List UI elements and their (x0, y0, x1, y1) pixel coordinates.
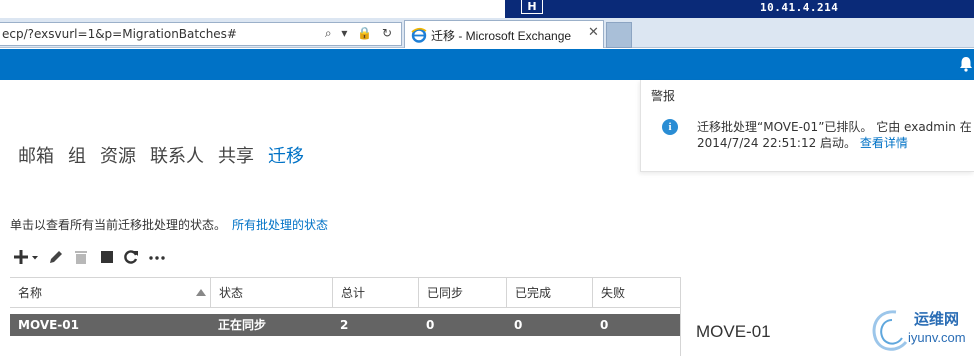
ie-icon (411, 27, 427, 43)
browser-chrome: ecp/?exsvurl=1&p=MigrationBatches# ⌕ ▾ 🔒… (0, 18, 974, 48)
new-tab-button[interactable] (606, 22, 632, 48)
address-bar[interactable]: ecp/?exsvurl=1&p=MigrationBatches# ⌕ ▾ 🔒… (0, 22, 402, 46)
nav-item-shared[interactable]: 共享 (218, 142, 254, 168)
tab-title: 迁移 - Microsoft Exchange (431, 29, 572, 43)
stop-button[interactable] (98, 247, 116, 267)
address-bar-tools[interactable]: ⌕ ▾ 🔒 ↻ (325, 26, 395, 41)
remote-session-bar: H 10.41.4.214 (0, 0, 974, 18)
cell-synced: 0 (426, 318, 435, 332)
add-button[interactable] (12, 247, 42, 267)
app-header (0, 49, 974, 80)
edit-button[interactable] (47, 247, 65, 267)
sort-ascending-icon (196, 289, 206, 296)
remote-connection-bar (505, 0, 974, 18)
details-pane-title: MOVE-01 (696, 322, 771, 341)
column-header-status[interactable]: 状态 (210, 278, 332, 308)
close-icon[interactable]: ✕ (588, 25, 599, 40)
more-icon (149, 256, 165, 260)
cell-failed: 0 (600, 318, 609, 332)
nav-item-groups[interactable]: 组 (68, 142, 86, 168)
watermark-logo: 运维网 iyunv.com (866, 304, 974, 356)
address-url[interactable]: ecp/?exsvurl=1&p=MigrationBatches# (2, 27, 237, 41)
table-header: 名称 状态 总计 已同步 已完成 失败 (10, 277, 680, 308)
add-icon (14, 250, 38, 264)
cell-name: MOVE-01 (18, 318, 79, 332)
primary-nav: 邮箱 组 资源 联系人 共享 迁移 (18, 142, 304, 168)
table-row[interactable]: MOVE-01 正在同步 2 0 0 0 (10, 314, 680, 336)
alert-panel: 警报 i 迁移批处理“MOVE-01”已排队。 它由 exadmin 在 201… (640, 80, 974, 172)
migration-batches-table: 名称 状态 总计 已同步 已完成 失败 MOVE-01 正在同步 2 0 0 0 (10, 277, 680, 336)
watermark-swirl-icon (872, 310, 908, 351)
tab-exchange-migration[interactable]: 迁移 - Microsoft Exchange ✕ (404, 20, 604, 48)
alert-message-text: 迁移批处理“MOVE-01”已排队。 它由 exadmin 在 2014/7/2… (697, 120, 972, 150)
column-header-synced[interactable]: 已同步 (418, 278, 506, 308)
delete-icon (75, 251, 87, 264)
column-header-finalized[interactable]: 已完成 (506, 278, 592, 308)
column-header-total[interactable]: 总计 (332, 278, 418, 308)
more-button[interactable] (148, 247, 166, 267)
column-header-name[interactable]: 名称 (10, 278, 210, 308)
refresh-button[interactable] (122, 247, 140, 267)
refresh-icon (124, 250, 138, 264)
migration-description: 单击以查看所有当前迁移批处理的状态。 所有批处理的状态 (10, 216, 328, 233)
nav-item-resources[interactable]: 资源 (100, 142, 136, 168)
remote-host-ip: 10.41.4.214 (760, 1, 839, 14)
bell-icon[interactable] (958, 55, 974, 73)
alert-message: 迁移批处理“MOVE-01”已排队。 它由 exadmin 在 2014/7/2… (697, 119, 972, 151)
view-details-link[interactable]: 查看详情 (860, 136, 908, 150)
cell-finalized: 0 (514, 318, 523, 332)
alert-title: 警报 (651, 89, 676, 103)
stop-icon (101, 251, 113, 263)
nav-item-mailboxes[interactable]: 邮箱 (18, 142, 54, 168)
nav-item-migration[interactable]: 迁移 (268, 142, 304, 168)
cell-total: 2 (340, 318, 349, 332)
column-header-failed[interactable]: 失败 (592, 278, 680, 308)
all-batches-status-link[interactable]: 所有批处理的状态 (232, 218, 328, 232)
watermark-line1: 运维网 (914, 310, 960, 328)
pin-icon[interactable]: H (521, 0, 543, 14)
info-icon: i (662, 119, 678, 135)
watermark-line2: iyunv.com (908, 330, 966, 345)
description-text: 单击以查看所有当前迁移批处理的状态。 (10, 218, 227, 232)
column-header-label: 名称 (18, 286, 43, 300)
nav-item-contacts[interactable]: 联系人 (150, 142, 204, 168)
edit-icon (50, 251, 62, 263)
delete-button[interactable] (72, 247, 90, 267)
cell-status: 正在同步 (218, 318, 267, 332)
details-pane-divider (680, 277, 681, 356)
